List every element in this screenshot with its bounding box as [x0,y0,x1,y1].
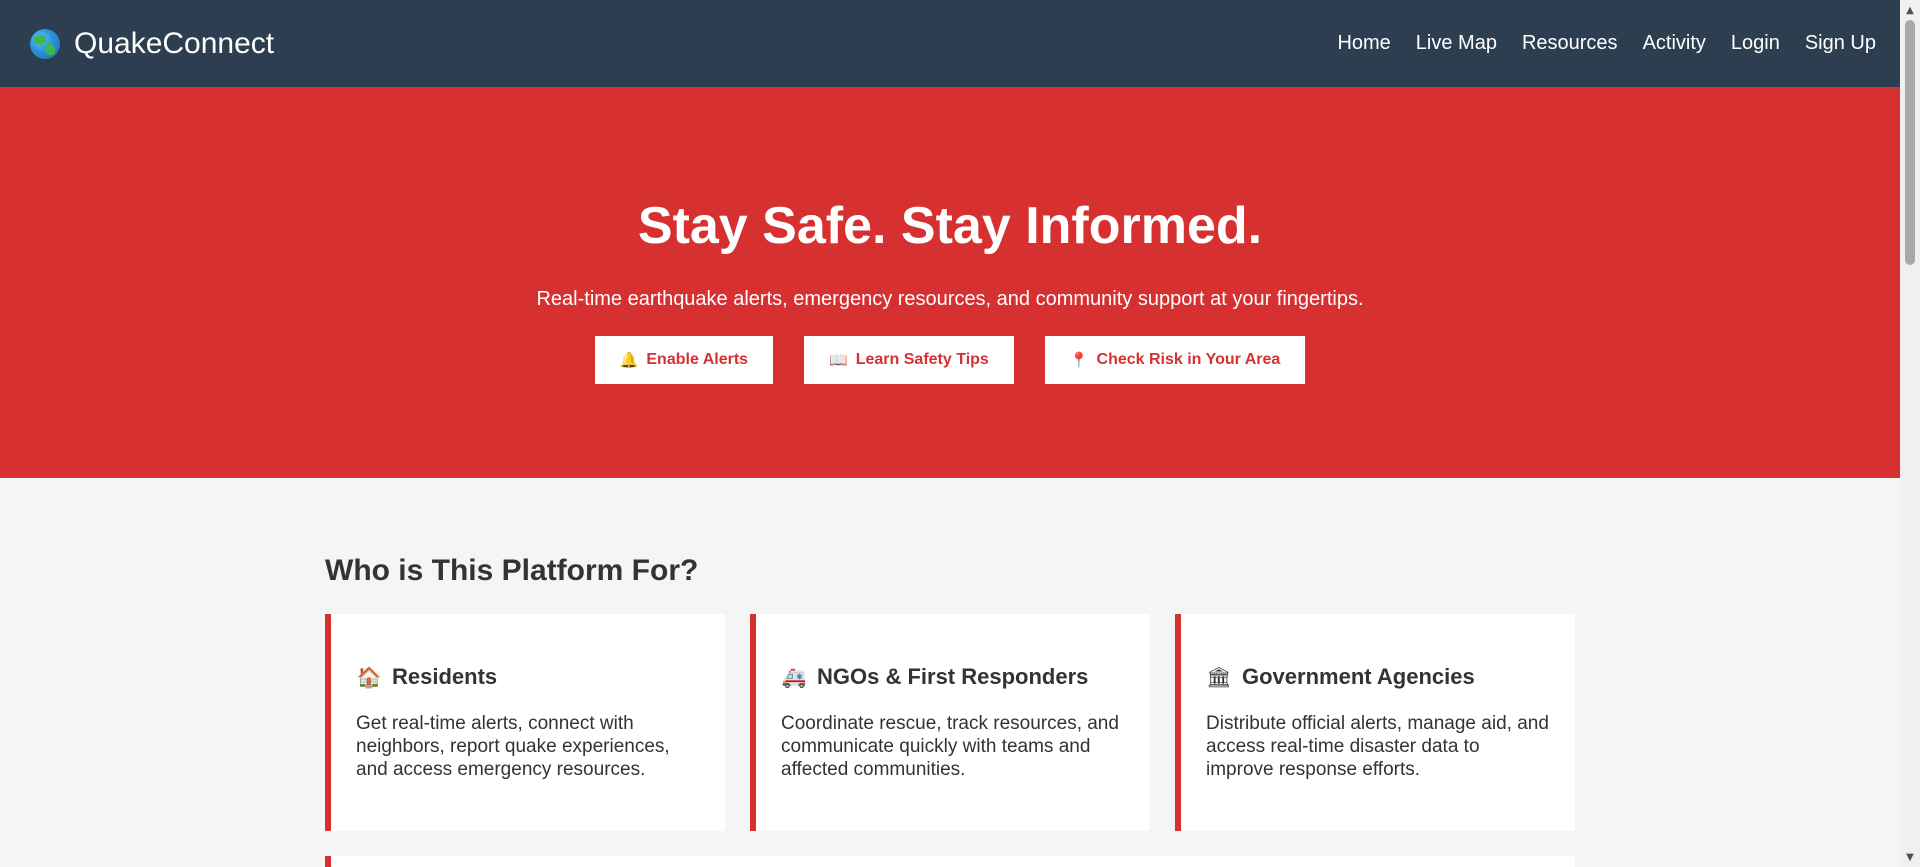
nav-link-resources[interactable]: Resources [1522,32,1618,55]
audience-card-residents: 🏠 Residents Get real-time alerts, connec… [325,614,725,831]
hero-subtitle: Real-time earthquake alerts, emergency r… [536,288,1364,310]
scroll-up-arrow-icon[interactable]: ▲ [1900,2,1920,18]
card-text: Get real-time alerts, connect with neigh… [356,713,670,780]
audience-card-ngos: 🚑 NGOs & First Responders Coordinate res… [750,614,1150,831]
nav-links: Home Live Map Resources Activity Login S… [1337,32,1876,55]
nav-link-home[interactable]: Home [1337,32,1390,55]
section-title: Who is This Platform For? [325,554,699,587]
pin-icon: 📍 [1069,351,1089,369]
globe-icon [30,28,60,59]
card-header: 🏛 Government Agencies [1206,664,1550,690]
vertical-scrollbar[interactable]: ▲ ▼ [1900,0,1920,867]
enable-alerts-button[interactable]: 🔔 Enable Alerts [594,336,774,384]
learn-safety-tips-button[interactable]: 📖 Learn Safety Tips [804,336,1014,384]
check-risk-button[interactable]: 📍 Check Risk in Your Area [1044,336,1306,384]
audience-section: Who is This Platform For? 🏠 Residents Ge… [325,478,1575,867]
nav-link-sign-up[interactable]: Sign Up [1805,32,1876,55]
page: QuakeConnect Home Live Map Resources Act… [0,0,1900,867]
audience-cards: 🏠 Residents Get real-time alerts, connec… [325,614,1575,831]
book-icon: 📖 [829,351,848,369]
enable-alerts-label: Enable Alerts [646,351,749,368]
house-icon: 🏠 [356,665,382,689]
nav-link-live-map[interactable]: Live Map [1416,32,1497,55]
hero-buttons: 🔔 Enable Alerts 📖 Learn Safety Tips 📍 Ch… [594,336,1306,384]
scroll-down-arrow-icon[interactable]: ▼ [1900,849,1920,865]
learn-safety-tips-label: Learn Safety Tips [855,351,989,368]
ambulance-icon: 🚑 [781,665,807,689]
card-title: Government Agencies [1242,664,1475,689]
brand[interactable]: QuakeConnect [30,27,274,61]
card-text: Coordinate rescue, track resources, and … [781,713,1119,780]
card-header: 🚑 NGOs & First Responders [781,664,1125,690]
next-card-partial [325,856,1575,867]
audience-card-government: 🏛 Government Agencies Distribute officia… [1175,614,1575,831]
nav-link-activity[interactable]: Activity [1643,32,1706,55]
top-navbar: QuakeConnect Home Live Map Resources Act… [0,0,1900,87]
hero-section: Stay Safe. Stay Informed. Real-time eart… [0,87,1900,478]
card-header: 🏠 Residents [356,664,700,690]
nav-link-login[interactable]: Login [1731,32,1780,55]
government-building-icon: 🏛 [1206,665,1232,689]
hero-title: Stay Safe. Stay Informed. [637,197,1263,255]
bell-icon: 🔔 [619,351,639,369]
card-title: NGOs & First Responders [817,664,1089,689]
scrollbar-thumb[interactable] [1905,20,1915,265]
check-risk-label: Check Risk in Your Area [1096,351,1281,368]
card-title: Residents [392,664,498,689]
card-text: Distribute official alerts, manage aid, … [1206,713,1549,780]
brand-name: QuakeConnect [74,26,275,60]
